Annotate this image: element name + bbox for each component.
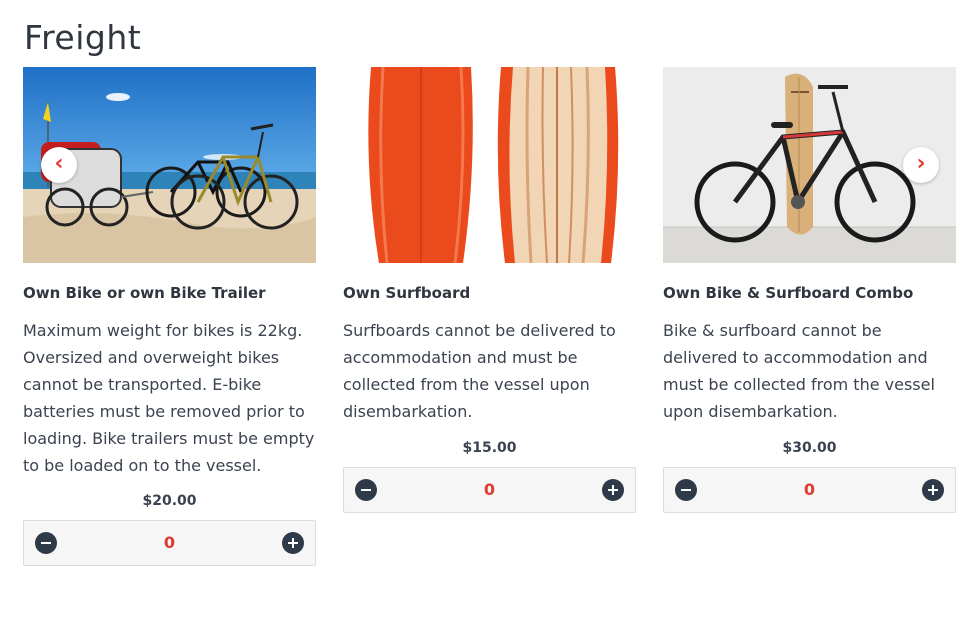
increase-quantity-button[interactable] <box>602 479 624 501</box>
product-description: Surfboards cannot be delivered to accomm… <box>343 321 616 421</box>
increase-quantity-button[interactable] <box>922 479 944 501</box>
chevron-right-icon: › <box>916 151 926 176</box>
quantity-stepper: 0 <box>663 467 956 513</box>
chevron-left-icon: ‹ <box>54 151 64 176</box>
increase-quantity-button[interactable] <box>282 532 304 554</box>
product-description: Maximum weight for bikes is 22kg. Oversi… <box>23 321 315 475</box>
product-title: Own Bike & Surfboard Combo <box>663 284 914 302</box>
carousel-next-button[interactable]: › <box>903 147 939 183</box>
product-card-surfboard: Own Surfboard Surfboards cannot be deliv… <box>343 67 636 513</box>
quantity-value: 0 <box>483 480 496 499</box>
quantity-value: 0 <box>803 480 816 499</box>
quantity-value: 0 <box>163 533 176 552</box>
product-price: $30.00 <box>782 440 837 456</box>
product-card-combo: Own Bike & Surfboard Combo Bike & surfbo… <box>663 67 956 513</box>
product-price: $15.00 <box>462 440 517 456</box>
product-image-surfboard <box>343 67 636 263</box>
quantity-stepper: 0 <box>343 467 636 513</box>
product-price: $20.00 <box>142 493 197 509</box>
product-title: Own Bike or own Bike Trailer <box>23 284 266 302</box>
product-title: Own Surfboard <box>343 284 471 302</box>
page-title: Freight <box>24 18 142 57</box>
product-description: Bike & surfboard cannot be delivered to … <box>663 321 935 421</box>
product-card-bike: Own Bike or own Bike Trailer Maximum wei… <box>23 67 316 566</box>
carousel-prev-button[interactable]: ‹ <box>41 147 77 183</box>
quantity-stepper: 0 <box>23 520 316 566</box>
